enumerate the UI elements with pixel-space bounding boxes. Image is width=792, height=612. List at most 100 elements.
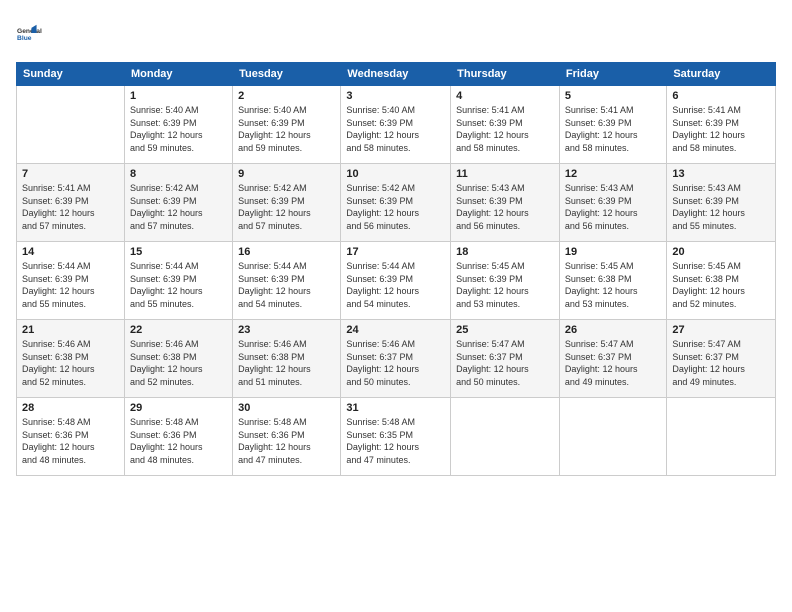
day-info: Sunrise: 5:42 AM Sunset: 6:39 PM Dayligh…: [238, 182, 335, 232]
calendar-cell: 27 Sunrise: 5:47 AM Sunset: 6:37 PM Dayli…: [667, 320, 776, 398]
day-number: 7: [22, 168, 119, 180]
calendar-cell: 26 Sunrise: 5:47 AM Sunset: 6:37 PM Dayli…: [559, 320, 666, 398]
calendar-cell: 4 Sunrise: 5:41 AM Sunset: 6:39 PM Daylig…: [451, 86, 560, 164]
day-info: Sunrise: 5:44 AM Sunset: 6:39 PM Dayligh…: [22, 260, 119, 310]
day-number: 22: [130, 324, 227, 336]
calendar-cell: 31 Sunrise: 5:48 AM Sunset: 6:35 PM Dayli…: [341, 398, 451, 476]
day-info: Sunrise: 5:42 AM Sunset: 6:39 PM Dayligh…: [130, 182, 227, 232]
day-number: 10: [346, 168, 445, 180]
calendar-header-saturday: Saturday: [667, 63, 776, 86]
day-number: 15: [130, 246, 227, 258]
calendar-cell: 24Sunrise: 5:46 AM Sunset: 6:37 PM Dayli…: [341, 320, 451, 398]
calendar-cell: 9 Sunrise: 5:42 AM Sunset: 6:39 PM Daylig…: [233, 164, 341, 242]
day-number: 29: [130, 402, 227, 414]
calendar-cell: 20 Sunrise: 5:45 AM Sunset: 6:38 PM Dayli…: [667, 242, 776, 320]
calendar-cell: 12 Sunrise: 5:43 AM Sunset: 6:39 PM Dayli…: [559, 164, 666, 242]
calendar-week-5: 28 Sunrise: 5:48 AM Sunset: 6:36 PM Dayli…: [17, 398, 776, 476]
calendar-cell: 7Sunrise: 5:41 AM Sunset: 6:39 PM Daylig…: [17, 164, 125, 242]
day-info: Sunrise: 5:43 AM Sunset: 6:39 PM Dayligh…: [565, 182, 661, 232]
day-info: Sunrise: 5:44 AM Sunset: 6:39 PM Dayligh…: [346, 260, 445, 310]
calendar-week-2: 7Sunrise: 5:41 AM Sunset: 6:39 PM Daylig…: [17, 164, 776, 242]
day-number: 31: [346, 402, 445, 414]
calendar-cell: 2 Sunrise: 5:40 AM Sunset: 6:39 PM Daylig…: [233, 86, 341, 164]
day-info: Sunrise: 5:46 AM Sunset: 6:38 PM Dayligh…: [130, 338, 227, 388]
calendar-cell: [17, 86, 125, 164]
calendar-cell: 16Sunrise: 5:44 AM Sunset: 6:39 PM Dayli…: [233, 242, 341, 320]
calendar-cell: 22 Sunrise: 5:46 AM Sunset: 6:38 PM Dayli…: [124, 320, 232, 398]
calendar-cell: 1 Sunrise: 5:40 AM Sunset: 6:39 PM Daylig…: [124, 86, 232, 164]
day-info: Sunrise: 5:45 AM Sunset: 6:39 PM Dayligh…: [456, 260, 554, 310]
day-info: Sunrise: 5:40 AM Sunset: 6:39 PM Dayligh…: [346, 104, 445, 154]
day-info: Sunrise: 5:48 AM Sunset: 6:36 PM Dayligh…: [130, 416, 227, 466]
day-number: 27: [672, 324, 770, 336]
calendar-cell: 28 Sunrise: 5:48 AM Sunset: 6:36 PM Dayli…: [17, 398, 125, 476]
calendar-cell: 21 Sunrise: 5:46 AM Sunset: 6:38 PM Dayli…: [17, 320, 125, 398]
day-info: Sunrise: 5:40 AM Sunset: 6:39 PM Dayligh…: [130, 104, 227, 154]
calendar-week-4: 21 Sunrise: 5:46 AM Sunset: 6:38 PM Dayli…: [17, 320, 776, 398]
day-number: 18: [456, 246, 554, 258]
day-info: Sunrise: 5:42 AM Sunset: 6:39 PM Dayligh…: [346, 182, 445, 232]
day-number: 30: [238, 402, 335, 414]
day-number: 26: [565, 324, 661, 336]
day-number: 2: [238, 90, 335, 102]
day-number: 19: [565, 246, 661, 258]
day-info: Sunrise: 5:43 AM Sunset: 6:39 PM Dayligh…: [456, 182, 554, 232]
day-info: Sunrise: 5:47 AM Sunset: 6:37 PM Dayligh…: [456, 338, 554, 388]
day-number: 11: [456, 168, 554, 180]
day-number: 14: [22, 246, 119, 258]
day-number: 3: [346, 90, 445, 102]
calendar-cell: 19Sunrise: 5:45 AM Sunset: 6:38 PM Dayli…: [559, 242, 666, 320]
day-number: 28: [22, 402, 119, 414]
day-number: 4: [456, 90, 554, 102]
day-number: 21: [22, 324, 119, 336]
calendar-cell: [559, 398, 666, 476]
calendar-week-1: 1 Sunrise: 5:40 AM Sunset: 6:39 PM Daylig…: [17, 86, 776, 164]
calendar-header-sunday: Sunday: [17, 63, 125, 86]
day-number: 17: [346, 246, 445, 258]
day-number: 6: [672, 90, 770, 102]
day-info: Sunrise: 5:47 AM Sunset: 6:37 PM Dayligh…: [565, 338, 661, 388]
calendar-cell: 15 Sunrise: 5:44 AM Sunset: 6:39 PM Dayli…: [124, 242, 232, 320]
calendar-table: SundayMondayTuesdayWednesdayThursdayFrid…: [16, 62, 776, 476]
day-number: 23: [238, 324, 335, 336]
day-info: Sunrise: 5:45 AM Sunset: 6:38 PM Dayligh…: [672, 260, 770, 310]
day-info: Sunrise: 5:46 AM Sunset: 6:38 PM Dayligh…: [238, 338, 335, 388]
day-number: 8: [130, 168, 227, 180]
day-info: Sunrise: 5:41 AM Sunset: 6:39 PM Dayligh…: [672, 104, 770, 154]
calendar-cell: 18 Sunrise: 5:45 AM Sunset: 6:39 PM Dayli…: [451, 242, 560, 320]
logo: General Blue: [16, 16, 56, 52]
day-number: 16: [238, 246, 335, 258]
day-info: Sunrise: 5:48 AM Sunset: 6:35 PM Dayligh…: [346, 416, 445, 466]
day-info: Sunrise: 5:41 AM Sunset: 6:39 PM Dayligh…: [456, 104, 554, 154]
day-number: 9: [238, 168, 335, 180]
day-number: 1: [130, 90, 227, 102]
calendar-cell: 13Sunrise: 5:43 AM Sunset: 6:39 PM Dayli…: [667, 164, 776, 242]
calendar-cell: 6 Sunrise: 5:41 AM Sunset: 6:39 PM Daylig…: [667, 86, 776, 164]
day-number: 24: [346, 324, 445, 336]
calendar-header-thursday: Thursday: [451, 63, 560, 86]
day-info: Sunrise: 5:40 AM Sunset: 6:39 PM Dayligh…: [238, 104, 335, 154]
day-number: 25: [456, 324, 554, 336]
day-info: Sunrise: 5:46 AM Sunset: 6:38 PM Dayligh…: [22, 338, 119, 388]
day-info: Sunrise: 5:44 AM Sunset: 6:39 PM Dayligh…: [130, 260, 227, 310]
calendar-cell: 30Sunrise: 5:48 AM Sunset: 6:36 PM Dayli…: [233, 398, 341, 476]
svg-text:Blue: Blue: [17, 35, 32, 42]
day-info: Sunrise: 5:48 AM Sunset: 6:36 PM Dayligh…: [22, 416, 119, 466]
calendar-cell: 29 Sunrise: 5:48 AM Sunset: 6:36 PM Dayli…: [124, 398, 232, 476]
svg-text:General: General: [17, 28, 42, 35]
calendar-header-monday: Monday: [124, 63, 232, 86]
calendar-cell: [451, 398, 560, 476]
day-info: Sunrise: 5:47 AM Sunset: 6:37 PM Dayligh…: [672, 338, 770, 388]
calendar-cell: 23 Sunrise: 5:46 AM Sunset: 6:38 PM Dayli…: [233, 320, 341, 398]
logo-icon: General Blue: [16, 16, 52, 52]
day-number: 12: [565, 168, 661, 180]
calendar-cell: [667, 398, 776, 476]
calendar-cell: 17 Sunrise: 5:44 AM Sunset: 6:39 PM Dayli…: [341, 242, 451, 320]
calendar-week-3: 14 Sunrise: 5:44 AM Sunset: 6:39 PM Dayli…: [17, 242, 776, 320]
calendar-header-tuesday: Tuesday: [233, 63, 341, 86]
day-number: 5: [565, 90, 661, 102]
page-header: General Blue: [16, 16, 776, 52]
calendar-cell: 10 Sunrise: 5:42 AM Sunset: 6:39 PM Dayli…: [341, 164, 451, 242]
calendar-header-wednesday: Wednesday: [341, 63, 451, 86]
day-number: 20: [672, 246, 770, 258]
